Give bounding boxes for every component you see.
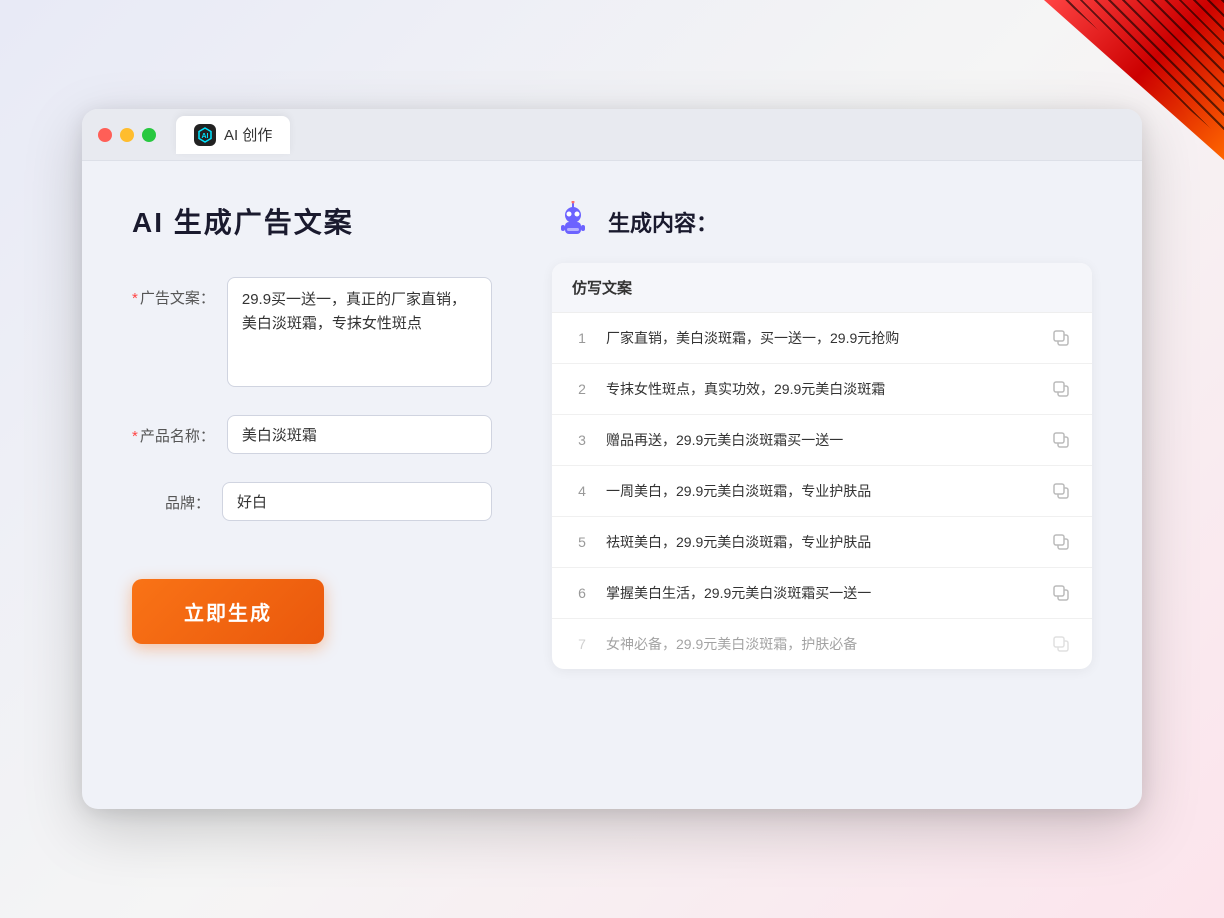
maximize-button[interactable] (142, 128, 156, 142)
table-row: 4 一周美白，29.9元美白淡斑霜，专业护肤品 (552, 466, 1092, 517)
row-text: 女神必备，29.9元美白淡斑霜，护肤必备 (606, 634, 1036, 655)
main-content: AI 生成广告文案 *广告文案： 29.9买一送一，真正的厂家直销，美白淡斑霜，… (82, 161, 1142, 709)
row-number: 4 (572, 483, 592, 499)
table-header: 仿写文案 (552, 263, 1092, 313)
copy-icon[interactable] (1050, 327, 1072, 349)
copy-icon[interactable] (1050, 480, 1072, 502)
robot-icon (552, 201, 594, 243)
result-table: 仿写文案 1 厂家直销，美白淡斑霜，买一送一，29.9元抢购 2 专抹女性斑点，… (552, 263, 1092, 669)
copy-icon[interactable] (1050, 429, 1072, 451)
required-star-2: * (132, 428, 138, 445)
copy-icon[interactable] (1050, 582, 1072, 604)
row-text: 一周美白，29.9元美白淡斑霜，专业护肤品 (606, 481, 1036, 502)
row-number: 2 (572, 381, 592, 397)
active-tab[interactable]: AI AI 创作 (176, 116, 290, 154)
page-title: AI 生成广告文案 (132, 201, 492, 241)
tab-title: AI 创作 (224, 124, 272, 145)
row-text: 专抹女性斑点，真实功效，29.9元美白淡斑霜 (606, 379, 1036, 400)
result-header: 生成内容： (552, 201, 1092, 243)
tab-ai-icon: AI (194, 124, 216, 146)
row-number: 1 (572, 330, 592, 346)
generate-button[interactable]: 立即生成 (132, 579, 324, 644)
row-text: 厂家直销，美白淡斑霜，买一送一，29.9元抢购 (606, 328, 1036, 349)
right-panel: 生成内容： 仿写文案 1 厂家直销，美白淡斑霜，买一送一，29.9元抢购 2 专… (552, 201, 1092, 669)
traffic-lights (98, 128, 156, 142)
title-bar: AI AI 创作 (82, 109, 1142, 161)
brand-label: 品牌： (132, 482, 222, 513)
row-number: 5 (572, 534, 592, 550)
minimize-button[interactable] (120, 128, 134, 142)
copy-icon[interactable] (1050, 378, 1072, 400)
browser-window: AI AI 创作 AI 生成广告文案 *广告文案： 29.9买一送一，真正的厂家… (82, 109, 1142, 809)
row-number: 7 (572, 636, 592, 652)
row-text: 祛斑美白，29.9元美白淡斑霜，专业护肤品 (606, 532, 1036, 553)
table-row: 7 女神必备，29.9元美白淡斑霜，护肤必备 (552, 619, 1092, 669)
svg-text:AI: AI (202, 133, 209, 140)
left-panel: AI 生成广告文案 *广告文案： 29.9买一送一，真正的厂家直销，美白淡斑霜，… (132, 201, 492, 669)
product-name-input[interactable] (227, 415, 492, 454)
ad-copy-input[interactable]: 29.9买一送一，真正的厂家直销，美白淡斑霜，专抹女性斑点 (227, 277, 492, 387)
table-row: 6 掌握美白生活，29.9元美白淡斑霜买一送一 (552, 568, 1092, 619)
ad-copy-row: *广告文案： 29.9买一送一，真正的厂家直销，美白淡斑霜，专抹女性斑点 (132, 277, 492, 387)
required-star-1: * (132, 290, 138, 307)
copy-icon[interactable] (1050, 531, 1072, 553)
results-container: 1 厂家直销，美白淡斑霜，买一送一，29.9元抢购 2 专抹女性斑点，真实功效，… (552, 313, 1092, 669)
table-row: 1 厂家直销，美白淡斑霜，买一送一，29.9元抢购 (552, 313, 1092, 364)
brand-input[interactable] (222, 482, 492, 521)
copy-icon[interactable] (1050, 633, 1072, 655)
brand-row: 品牌： (132, 482, 492, 521)
row-text: 掌握美白生活，29.9元美白淡斑霜买一送一 (606, 583, 1036, 604)
ad-copy-label: *广告文案： (132, 277, 227, 308)
close-button[interactable] (98, 128, 112, 142)
table-row: 5 祛斑美白，29.9元美白淡斑霜，专业护肤品 (552, 517, 1092, 568)
table-row: 3 赠品再送，29.9元美白淡斑霜买一送一 (552, 415, 1092, 466)
row-text: 赠品再送，29.9元美白淡斑霜买一送一 (606, 430, 1036, 451)
product-name-label: *产品名称： (132, 415, 227, 446)
row-number: 3 (572, 432, 592, 448)
row-number: 6 (572, 585, 592, 601)
table-row: 2 专抹女性斑点，真实功效，29.9元美白淡斑霜 (552, 364, 1092, 415)
result-title: 生成内容： (608, 206, 718, 238)
product-name-row: *产品名称： (132, 415, 492, 454)
